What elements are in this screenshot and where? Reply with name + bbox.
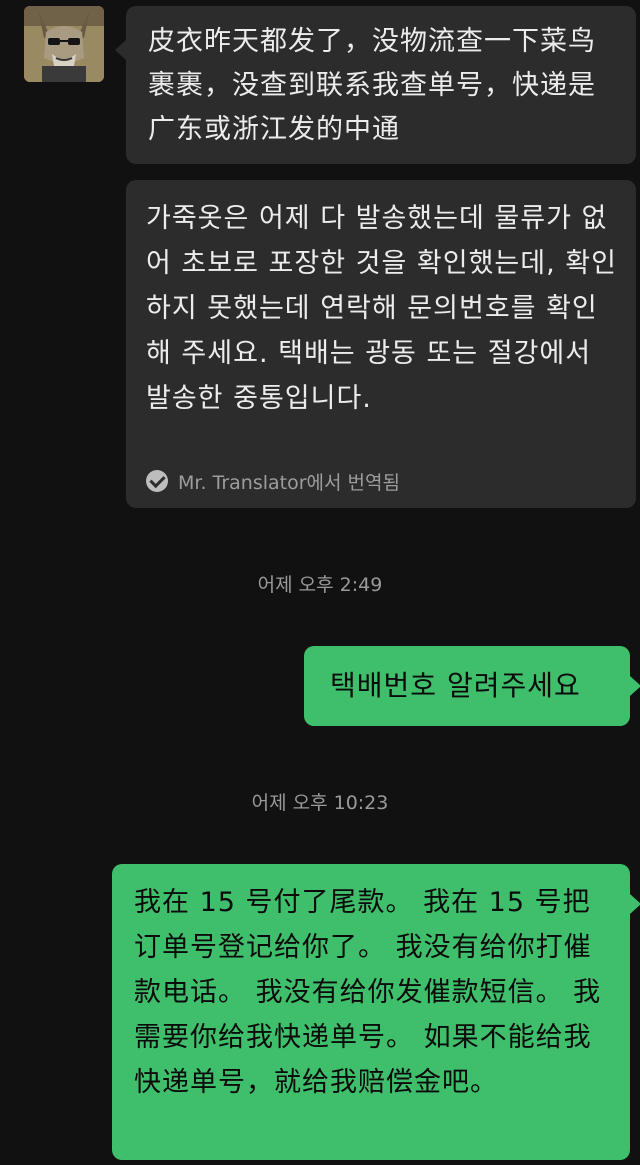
translation-note: Mr. Translator에서 번역됨 — [178, 471, 400, 494]
translation-attribution: Mr. Translator에서 번역됨 — [146, 466, 400, 496]
incoming-message-bubble[interactable]: 皮衣昨天都发了，没物流查一下菜鸟裹裹，没查到联系我查单号，快递是广东或浙江发的中… — [115, 6, 636, 164]
bubble-tail — [630, 676, 640, 696]
outgoing-message-bubble[interactable]: 택배번호 알려주세요 — [304, 646, 640, 726]
message-timestamp: 어제 오후 2:49 — [257, 574, 383, 596]
message-text: 皮衣昨天都发了，没物流查一下菜鸟裹裹，没查到联系我查单号，快递是广东或浙江发的中… — [148, 26, 596, 145]
bubble-tail — [630, 894, 640, 914]
message-text: 택배번호 알려주세요 — [330, 669, 581, 702]
outgoing-message-bubble[interactable]: 我在 15 号付了尾款。 我在 15 号把订单号登记给你了。 我没有给你打催款电… — [112, 864, 640, 1160]
incoming-translation-bubble[interactable]: 가죽옷은 어제 다 발송했는데 물류가 없어 초보로 포장한 것을 확인했는데,… — [126, 180, 636, 508]
contact-avatar[interactable] — [24, 6, 104, 82]
check-circle-icon — [146, 470, 168, 492]
translated-message-text: 가죽옷은 어제 다 발송했는데 물류가 없어 초보로 포장한 것을 확인했는데,… — [146, 203, 617, 414]
bubble-tail — [115, 40, 126, 60]
message-text: 我在 15 号付了尾款。 我在 15 号把订单号登记给你了。 我没有给你打催款电… — [134, 887, 602, 1098]
message-timestamp: 어제 오후 10:23 — [251, 792, 389, 814]
donkey-avatar-icon — [24, 6, 104, 82]
